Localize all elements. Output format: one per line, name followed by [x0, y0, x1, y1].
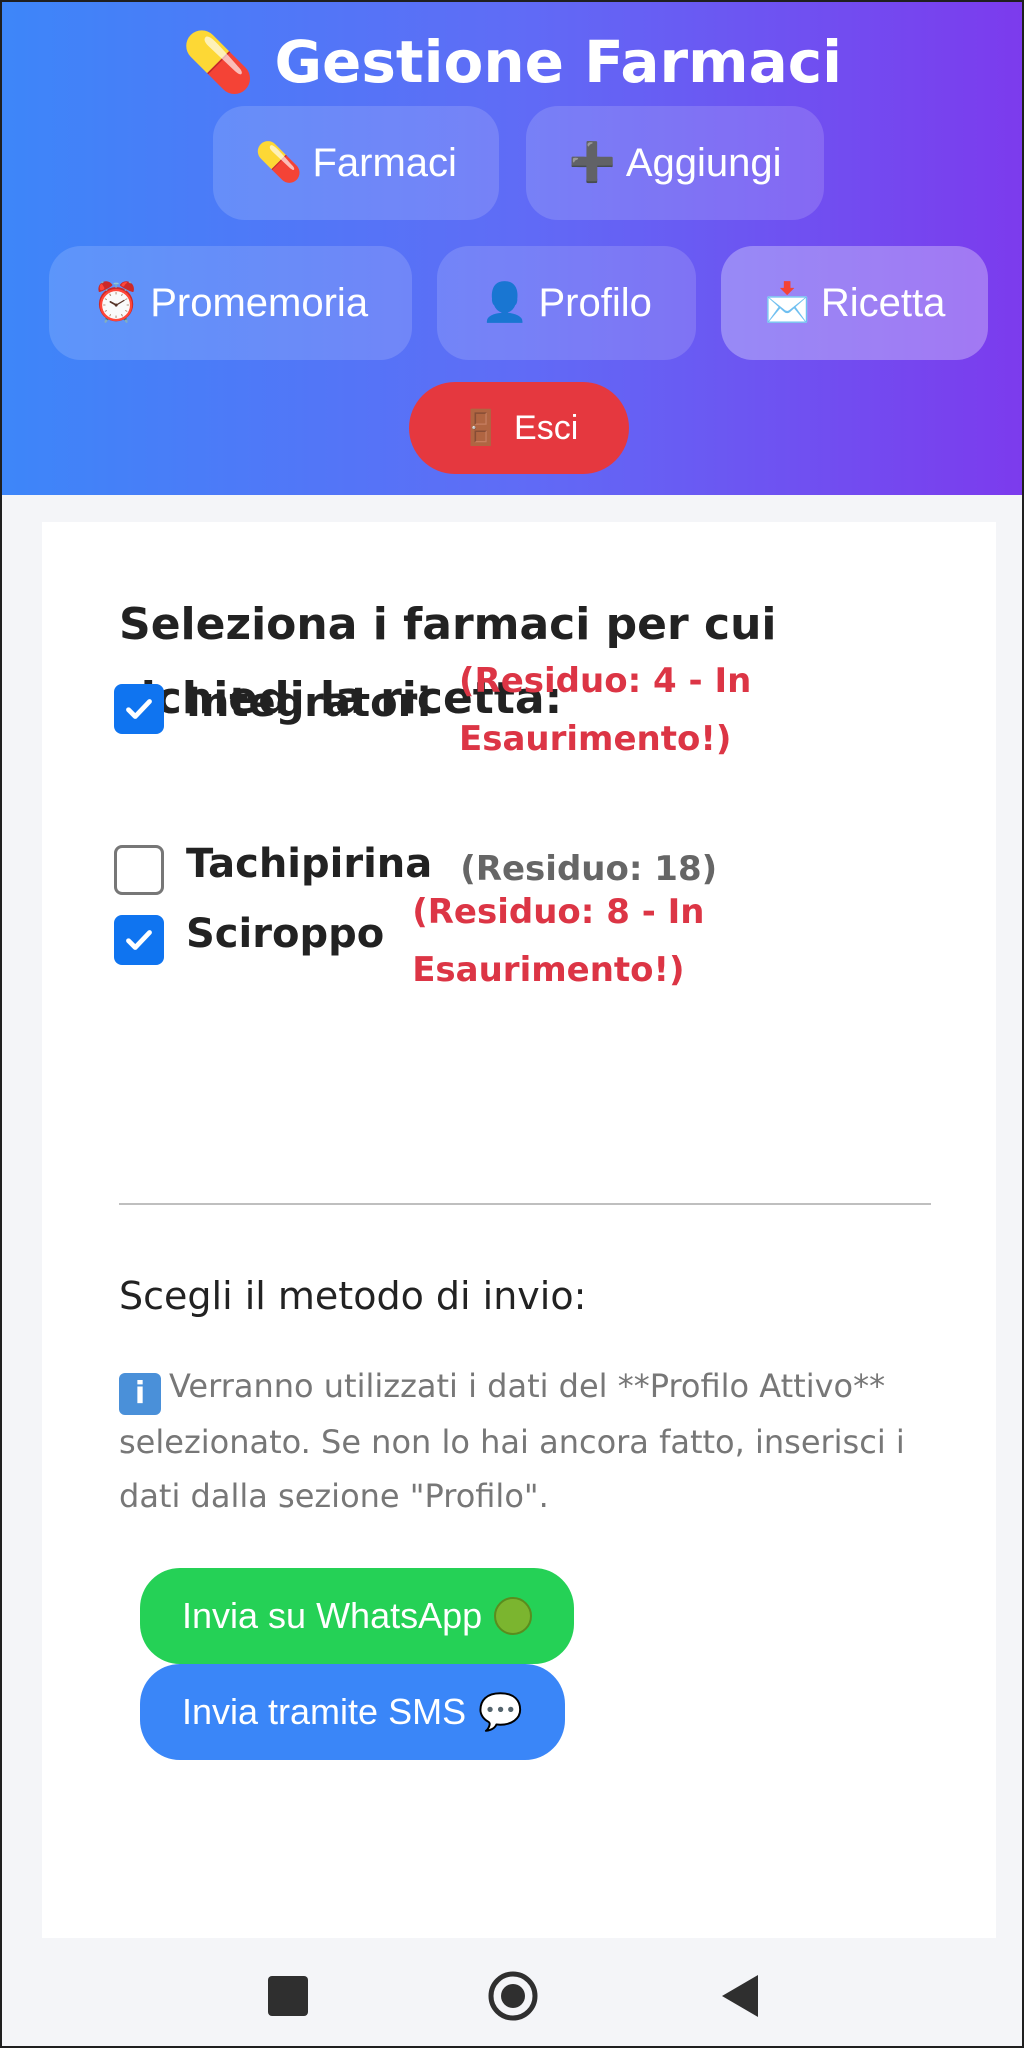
nav-label: Ricetta: [820, 280, 946, 325]
whatsapp-send-button[interactable]: Invia su WhatsApp: [140, 1568, 575, 1664]
sms-send-button[interactable]: Invia tramite SMS 💬: [140, 1664, 565, 1760]
alarm-clock-icon: ⏰: [92, 282, 141, 324]
door-icon: 🚪: [459, 409, 503, 447]
nav-button-profilo[interactable]: 👤 Profilo: [437, 246, 696, 360]
medicine-row: Integratori (Residuo: 4 - In Esaurimento…: [114, 661, 751, 768]
envelope-icon: 📩: [763, 282, 811, 324]
plus-icon: ➕: [568, 142, 616, 184]
nav-button-aggiungi[interactable]: ➕ Aggiungi: [526, 106, 824, 220]
residue-line: (Residuo: 8 - In: [412, 892, 705, 932]
info-note: i Verranno utilizzati i dati del **Profil…: [119, 1359, 919, 1523]
circle-home-icon[interactable]: [488, 1971, 538, 2021]
medicine-name: Tachipirina: [186, 841, 433, 887]
square-recents-icon[interactable]: [268, 1976, 308, 2016]
residue-warning: (Residuo: 4 - In Esaurimento!): [459, 652, 751, 768]
app-screen: 💊 Gestione Farmaci 💊 Farmaci ➕ Aggiungi …: [0, 0, 1024, 2048]
triangle-back-icon[interactable]: [720, 1973, 760, 2019]
divider: [119, 1203, 931, 1205]
green-circle-icon: [494, 1597, 533, 1635]
system-navigation-bar: [2, 1938, 1022, 2046]
pill-icon: 💊: [255, 142, 303, 184]
check-icon: [126, 699, 152, 719]
pill-icon: 💊: [182, 28, 255, 96]
medicine-name: Sciroppo: [186, 911, 385, 957]
residue-line: Esaurimento!): [412, 950, 685, 990]
residue-warning: (Residuo: 8 - In Esaurimento!): [412, 883, 704, 999]
send-method-title: Scegli il metodo di invio:: [119, 1274, 587, 1318]
nav-label: Aggiungi: [625, 140, 782, 185]
app-title-text: Gestione Farmaci: [274, 28, 842, 96]
nav-button-farmaci[interactable]: 💊 Farmaci: [213, 106, 499, 220]
residue-line: (Residuo: 4 - In: [459, 661, 752, 701]
logout-button[interactable]: 🚪 Esci: [409, 382, 629, 474]
medicine-row: Sciroppo (Residuo: 8 - In Esaurimento!): [114, 892, 705, 999]
app-title: 💊 Gestione Farmaci: [2, 22, 1022, 102]
residue-line: Esaurimento!): [459, 719, 732, 759]
logout-label: Esci: [514, 408, 579, 447]
nav-label: Profilo: [538, 280, 652, 325]
whatsapp-label: Invia su WhatsApp: [182, 1595, 483, 1636]
nav-label: Promemoria: [150, 280, 369, 325]
medicine-name: Integratori: [186, 680, 431, 726]
info-text: Verranno utilizzati i dati del **Profilo…: [119, 1367, 905, 1515]
nav-label: Farmaci: [312, 140, 457, 185]
medicine-checkbox-sciroppo[interactable]: [114, 915, 164, 965]
medicine-checkbox-tachipirina[interactable]: [114, 845, 164, 895]
prescription-card: Seleziona i farmaci per cui richiedi la …: [42, 522, 996, 1938]
medicine-checkbox-integratori[interactable]: [114, 684, 164, 734]
sms-label: Invia tramite SMS: [182, 1691, 467, 1732]
info-icon: i: [119, 1373, 161, 1415]
speech-bubble-icon: 💬: [478, 1691, 523, 1732]
check-icon: [126, 930, 152, 950]
nav-button-promemoria[interactable]: ⏰ Promemoria: [49, 246, 412, 360]
app-header: 💊 Gestione Farmaci 💊 Farmaci ➕ Aggiungi …: [2, 2, 1022, 495]
user-icon: 👤: [481, 282, 529, 324]
nav-button-ricetta[interactable]: 📩 Ricetta: [721, 246, 988, 360]
